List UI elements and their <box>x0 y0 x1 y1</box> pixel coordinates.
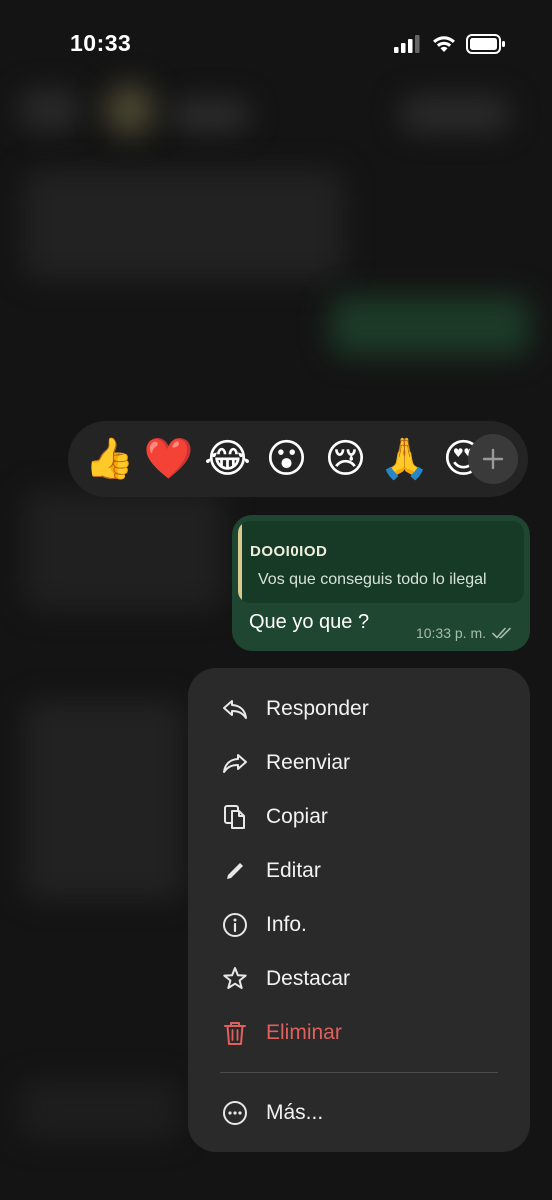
reaction-bar: 👍 ❤️ 😂 😮 😢 🙏 😍 <box>68 421 528 497</box>
quoted-text: Vos que conseguis todo lo ilegal <box>258 571 487 588</box>
menu-label-eliminar: Eliminar <box>266 1021 342 1044</box>
menu-label-responder: Responder <box>266 697 369 720</box>
emoji-row: 👍 ❤️ 😂 😮 😢 🙏 😍 <box>80 421 493 497</box>
pencil-icon <box>220 856 250 886</box>
menu-label-editar: Editar <box>266 859 321 882</box>
reaction-heart[interactable]: ❤️ <box>139 421 198 497</box>
status-bar: 10:33 <box>0 0 552 88</box>
reaction-laughing[interactable]: 😂 <box>198 421 257 497</box>
menu-item-copiar[interactable]: Copiar <box>188 790 530 844</box>
copy-icon <box>220 802 250 832</box>
menu-label-destacar: Destacar <box>266 967 351 990</box>
quoted-sender: DOOI0IOD <box>250 543 328 560</box>
quote-accent-bar <box>238 521 242 603</box>
wifi-icon <box>433 36 455 52</box>
reply-icon <box>220 694 250 724</box>
battery-icon <box>466 34 505 54</box>
reaction-thumbs-up[interactable]: 👍 <box>80 421 139 497</box>
menu-label-info: Info. <box>266 913 307 936</box>
menu-item-responder[interactable]: Responder <box>188 682 530 736</box>
message-meta: 10:33 p. m. <box>416 625 514 641</box>
menu-item-mas[interactable]: Más... <box>188 1086 530 1140</box>
plus-icon <box>482 448 504 470</box>
reaction-praying[interactable]: 🙏 <box>375 421 434 497</box>
info-icon <box>220 910 250 940</box>
status-time: 10:33 <box>70 30 132 56</box>
reaction-crying[interactable]: 😢 <box>316 421 375 497</box>
message-text: Que yo que ? <box>249 611 370 633</box>
menu-divider <box>220 1072 498 1073</box>
menu-item-destacar[interactable]: Destacar <box>188 952 530 1006</box>
reaction-surprised[interactable]: 😮 <box>257 421 316 497</box>
menu-label-copiar: Copiar <box>266 805 328 828</box>
star-icon <box>220 964 250 994</box>
quoted-message[interactable]: DOOI0IOD Vos que conseguis todo lo ilega… <box>238 521 524 603</box>
message-bubble[interactable]: DOOI0IOD Vos que conseguis todo lo ilega… <box>232 515 530 651</box>
cellular-signal-icon <box>394 35 420 53</box>
message-time: 10:33 p. m. <box>415 625 486 641</box>
menu-item-eliminar[interactable]: Eliminar <box>188 1006 530 1060</box>
status-icons <box>394 34 506 54</box>
more-reactions-button[interactable] <box>468 434 518 484</box>
menu-item-reenviar[interactable]: Reenviar <box>188 736 530 790</box>
more-icon <box>220 1098 250 1128</box>
menu-label-reenviar: Reenviar <box>266 751 351 774</box>
double-check-icon <box>492 627 511 639</box>
context-menu: Responder Reenviar Copiar Editar Info. D… <box>188 668 530 1152</box>
trash-icon <box>220 1018 250 1048</box>
menu-item-info[interactable]: Info. <box>188 898 530 952</box>
forward-icon <box>220 748 250 778</box>
menu-label-mas: Más... <box>266 1101 324 1124</box>
menu-item-editar[interactable]: Editar <box>188 844 530 898</box>
